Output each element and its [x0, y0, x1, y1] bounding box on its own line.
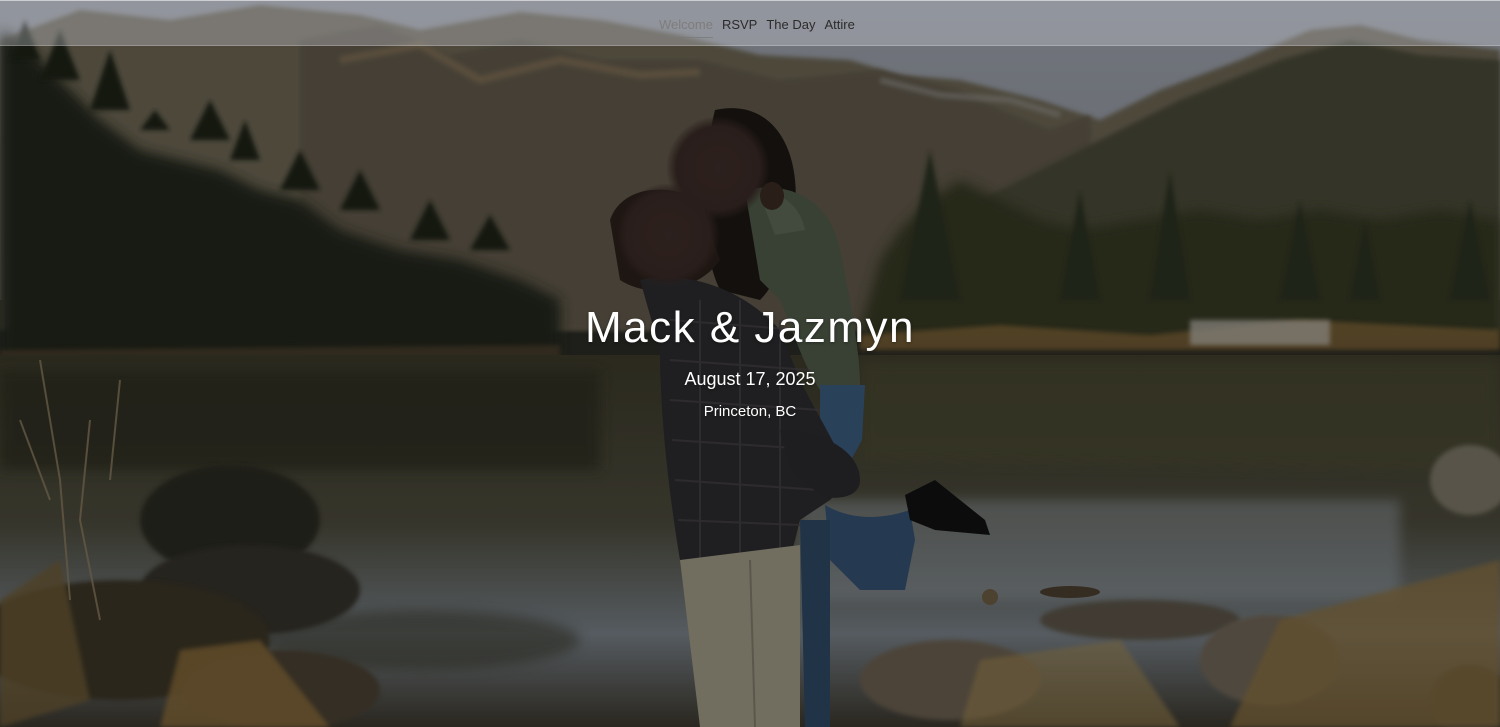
nav-link-rsvp[interactable]: RSVP — [722, 17, 757, 38]
couple-names-title: Mack & Jazmyn — [584, 303, 915, 352]
nav-link-welcome[interactable]: Welcome — [659, 17, 713, 38]
nav-link-attire[interactable]: Attire — [825, 17, 855, 38]
hero-background-photo — [0, 0, 1500, 727]
wedding-landing-page: Welcome RSVP The Day Attire Mack & Jazmy… — [0, 0, 1500, 727]
nav-links: Welcome RSVP The Day Attire — [659, 17, 855, 38]
wedding-location: Princeton, BC — [703, 403, 797, 420]
wedding-date: August 17, 2025 — [684, 369, 816, 389]
nav-link-the-day[interactable]: The Day — [766, 17, 815, 38]
top-navigation-bar: Welcome RSVP The Day Attire — [0, 0, 1500, 46]
